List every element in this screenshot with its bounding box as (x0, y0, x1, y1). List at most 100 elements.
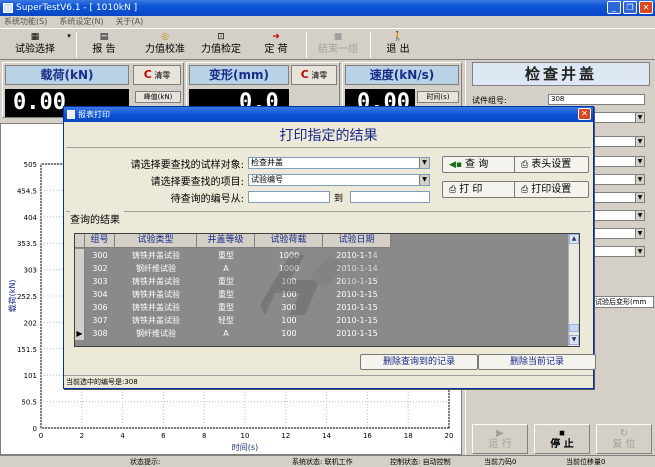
deform-clear-button[interactable]: C 清零 (291, 65, 337, 85)
table-row[interactable]: 307 铸铁井盖试验 轻型 100 2010-1-15 (75, 314, 391, 327)
status-state-label: 状态提示: (130, 458, 161, 466)
chevron-down-icon: ▼ (635, 229, 644, 238)
table-cell: 307 (92, 316, 108, 325)
run-button[interactable]: ▶ 运 行 (472, 424, 528, 454)
minimize-button[interactable]: _ (607, 1, 621, 14)
test-select-dropdown-arrow[interactable]: ▾ (66, 30, 72, 59)
x-tick-label: 4 (120, 432, 125, 440)
dialog-heading: 打印指定的结果 (279, 128, 378, 144)
table-cell: 1000 (278, 251, 300, 260)
y-tick-label: 505 (24, 161, 37, 169)
results-label: 查询的结果 (70, 211, 124, 226)
fixed-load-button[interactable]: ➜ 定 荷 (254, 30, 298, 59)
table-row[interactable]: 304 铸铁井盖试验 重型 100 2010-1-15 (75, 288, 391, 301)
deform-title: 变形(mm) (189, 65, 289, 85)
load-title: 载荷(kN) (5, 65, 129, 85)
peak-button[interactable]: 峰值(kN) (135, 91, 181, 103)
col-test-load[interactable]: 试验荷载 (255, 234, 323, 248)
table-cell: 300 (281, 303, 297, 312)
time-button[interactable]: 时间(s) (417, 91, 459, 103)
table-row[interactable]: 302 钢纤维试验 A 1000 2010-1-14 (75, 262, 391, 275)
reset-button[interactable]: ↻ 复 位 (596, 424, 652, 454)
table-cell: 100 (281, 329, 297, 338)
scroll-up-icon[interactable]: ▲ (569, 234, 579, 244)
chevron-down-icon: ▼ (635, 247, 644, 256)
y-tick-label: 252.5 (17, 293, 37, 301)
force-calib-button[interactable]: ◎ 力值校准 (140, 30, 190, 59)
row-indicator[interactable] (75, 301, 85, 314)
x-tick-label: 0 (39, 432, 43, 440)
stop-icon: ⏹ (559, 428, 565, 439)
row-indicator[interactable] (75, 262, 85, 275)
table-cell: A (223, 329, 229, 338)
exit-button[interactable]: 🚶 退 出 (374, 30, 422, 59)
restore-button[interactable]: ❐ (623, 1, 637, 14)
control-status: 控制状态: 自动控制 (390, 458, 451, 466)
row-indicator[interactable]: ▶ (75, 327, 85, 340)
query-from-input[interactable] (248, 191, 330, 203)
col-test-date[interactable]: 试验日期 (323, 234, 391, 248)
row-indicator[interactable] (75, 314, 85, 327)
query-button[interactable]: ◀▪ 查 询 (442, 156, 517, 173)
end-group-button[interactable]: ■ 结束一组 (312, 30, 364, 59)
test-select-button[interactable]: ▦ 试验选择 (4, 30, 66, 59)
table-cell: 2010-1-15 (336, 316, 378, 325)
table-row[interactable]: ▶ 308 钢纤维试验 A 100 2010-1-15 (75, 327, 391, 340)
chevron-down-icon: ▼ (635, 137, 644, 146)
row-indicator[interactable] (75, 275, 85, 288)
table-cell: 钢纤维试验 (136, 329, 176, 338)
arrow-right-icon: ➜ (272, 32, 280, 42)
calibrate-icon: ◎ (161, 32, 169, 42)
after-test-deform-tag: 试验后变形(mm (594, 296, 654, 308)
print-button[interactable]: ⎙ 打 印 (442, 181, 517, 198)
x-tick-label: 18 (404, 432, 413, 440)
col-cover-grade[interactable]: 井盖等级 (197, 234, 255, 248)
table-cell: 300 (92, 251, 108, 260)
group-field[interactable]: 308 (548, 94, 645, 105)
report-button[interactable]: ▤ 报 告 (80, 30, 128, 59)
menu-system-functions[interactable]: 系统功能(S) (4, 16, 47, 28)
stop-icon: ■ (333, 32, 343, 42)
table-scrollbar[interactable]: ▲ ▼ (568, 234, 579, 346)
title-bar: SuperTestV6.1 - [ 1010kN ] _ ❐ ✕ (0, 0, 655, 16)
scroll-down-icon[interactable]: ▼ (569, 335, 579, 345)
menu-system-settings[interactable]: 系统设定(N) (59, 16, 103, 28)
table-row[interactable]: 306 铸铁井盖试验 重型 300 2010-1-15 (75, 301, 391, 314)
printer-icon: ⎙ (521, 185, 529, 195)
print-report-dialog: 报表打印 ✕ 打印指定的结果 请选择要查找的试样对象: 检查井盖 ▼ 请选择要查找… (63, 106, 596, 389)
dialog-close-button[interactable]: ✕ (578, 108, 591, 120)
chevron-down-icon: ▼ (635, 175, 644, 184)
table-row[interactable]: 303 铸铁井盖试验 重型 100 2010-1-15 (75, 275, 391, 288)
table-cell: 2010-1-14 (336, 264, 378, 273)
toolbar: ▦ 试验选择 ▾ ▤ 报 告 ◎ 力值校准 ⊡ 力值检定 ➜ 定 荷 ■ 结束一… (0, 28, 655, 60)
stop-button[interactable]: ⏹ 停 止 (534, 424, 590, 454)
table-cell: 铸铁井盖试验 (132, 277, 180, 286)
chevron-down-icon: ▼ (635, 193, 644, 202)
chevron-down-icon: ▼ (419, 175, 429, 185)
table-cell: 304 (92, 290, 108, 299)
delete-found-button[interactable]: 删除查询到的记录 (360, 354, 478, 370)
x-tick-label: 8 (202, 432, 206, 440)
col-group[interactable]: 组号 (85, 234, 115, 248)
y-tick-label: 454.5 (17, 187, 37, 195)
col-test-type[interactable]: 试验类型 (115, 234, 197, 248)
load-clear-button[interactable]: C 清零 (133, 65, 181, 85)
dialog-status: 当前选中的编号是:308 (64, 375, 593, 388)
delete-current-button[interactable]: 删除当前记录 (478, 354, 596, 370)
header-settings-button[interactable]: ⎙ 表头设置 (514, 156, 589, 173)
report-icon (67, 110, 75, 119)
y-tick-label: 50.5 (21, 399, 37, 407)
row-indicator[interactable] (75, 288, 85, 301)
force-verify-button[interactable]: ⊡ 力值检定 (196, 30, 246, 59)
table-cell: 重型 (218, 303, 234, 312)
print-settings-button[interactable]: ⎙ 打印设置 (514, 181, 589, 198)
close-button[interactable]: ✕ (639, 1, 653, 14)
row-indicator[interactable] (75, 249, 85, 262)
table-row[interactable]: 300 铸铁井盖试验 重型 1000 2010-1-14 (75, 249, 391, 262)
sample-select[interactable]: 检查井盖 ▼ (248, 157, 430, 169)
scroll-thumb[interactable] (569, 324, 579, 332)
query-to-input[interactable] (350, 191, 430, 203)
item-select[interactable]: 试验编号 ▼ (248, 174, 430, 186)
dialog-title-bar: 报表打印 ✕ (64, 107, 593, 122)
menu-about[interactable]: 关于(A) (116, 16, 144, 28)
